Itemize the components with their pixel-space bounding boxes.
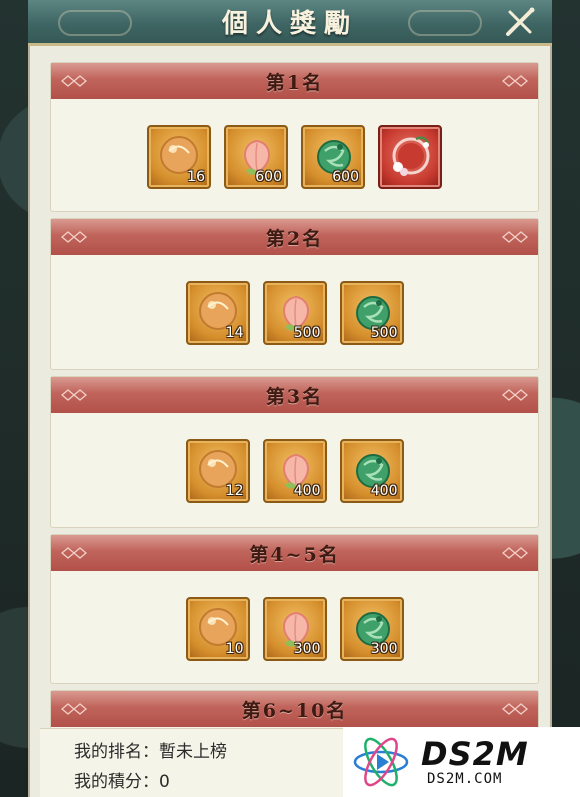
reward-item[interactable]: 400 (262, 439, 327, 503)
section-title: 第2名 (265, 227, 324, 250)
reward-item[interactable]: 300 (339, 597, 404, 661)
diamond-ornament-icon (61, 389, 87, 401)
reward-items: 12 400 400 (51, 413, 538, 503)
item-count: 500 (370, 325, 398, 341)
close-button[interactable] (502, 4, 538, 40)
section-header: 第3名 (51, 377, 538, 413)
reward-items: 14 500 500 (51, 255, 538, 345)
diamond-ornament-icon (502, 547, 528, 559)
my-score-row: 我的積分：0 (74, 767, 170, 792)
window-title: 個人獎勵 (221, 9, 358, 39)
item-count: 300 (370, 641, 398, 657)
diamond-ornament-icon (61, 231, 87, 243)
section-title: 第6~10名 (241, 699, 348, 722)
close-icon (506, 7, 535, 36)
item-count: 600 (255, 169, 282, 185)
reward-item[interactable]: 400 (339, 439, 404, 503)
window-header: 個人獎勵 (28, 0, 552, 46)
item-count: 14 (225, 325, 244, 341)
reward-item[interactable]: 16 (147, 125, 211, 189)
diamond-ornament-icon (61, 703, 87, 715)
item-count: 300 (293, 641, 321, 657)
item-count: 16 (187, 169, 205, 185)
reward-item[interactable]: 500 (262, 281, 327, 345)
my-score-value: 0 (159, 772, 170, 792)
section-title: 第3名 (265, 385, 324, 408)
watermark: DS2M DS2M.COM (343, 727, 580, 797)
reward-item[interactable]: 12 (185, 439, 250, 503)
my-rank-row: 我的排名：暫未上榜 (74, 737, 227, 762)
reward-item[interactable]: 500 (339, 281, 404, 345)
section-header: 第6~10名 (51, 691, 538, 727)
reward-item[interactable]: 10 (185, 597, 250, 661)
diamond-ornament-icon (61, 547, 87, 559)
section-header: 第4~5名 (51, 535, 538, 571)
reward-item[interactable]: 600 (301, 125, 365, 189)
diamond-ornament-icon (502, 703, 528, 715)
my-score-label: 我的積分： (74, 772, 159, 792)
reward-item[interactable]: 300 (262, 597, 327, 661)
my-rank-label: 我的排名： (74, 742, 159, 762)
my-rank-value: 暫未上榜 (159, 742, 227, 762)
reward-items: 10 300 300 (51, 571, 538, 661)
reward-item[interactable] (378, 125, 442, 189)
reward-section-rank-3: 第3名 12 400 400 (50, 376, 539, 528)
watermark-site: DS2M.COM (427, 771, 503, 787)
reward-section-rank-1: 第1名 16 600 600 (50, 62, 539, 212)
item-count: 400 (370, 483, 398, 499)
flower-wreath-frame-icon (392, 136, 430, 176)
section-title: 第4~5名 (249, 543, 340, 566)
item-count: 500 (293, 325, 321, 341)
item-count: 12 (225, 483, 244, 499)
reward-section-rank-2: 第2名 14 500 500 (50, 218, 539, 370)
section-header: 第1名 (51, 63, 538, 99)
reward-items: 16 600 600 (51, 99, 538, 189)
section-title: 第1名 (265, 71, 324, 94)
reward-section-rank-4-5: 第4~5名 10 300 300 (50, 534, 539, 684)
diamond-ornament-icon (502, 75, 528, 87)
item-count: 10 (225, 641, 244, 657)
diamond-ornament-icon (502, 231, 528, 243)
item-count: 400 (293, 483, 321, 499)
reward-item[interactable]: 14 (185, 281, 250, 345)
cloud-ornament-icon (58, 10, 132, 36)
diamond-ornament-icon (502, 389, 528, 401)
atom-logo-icon (353, 737, 409, 787)
cloud-ornament-icon (408, 10, 482, 36)
section-header: 第2名 (51, 219, 538, 255)
diamond-ornament-icon (61, 75, 87, 87)
reward-item[interactable]: 600 (224, 125, 288, 189)
watermark-brand: DS2M (421, 735, 529, 773)
item-count: 600 (332, 169, 359, 185)
